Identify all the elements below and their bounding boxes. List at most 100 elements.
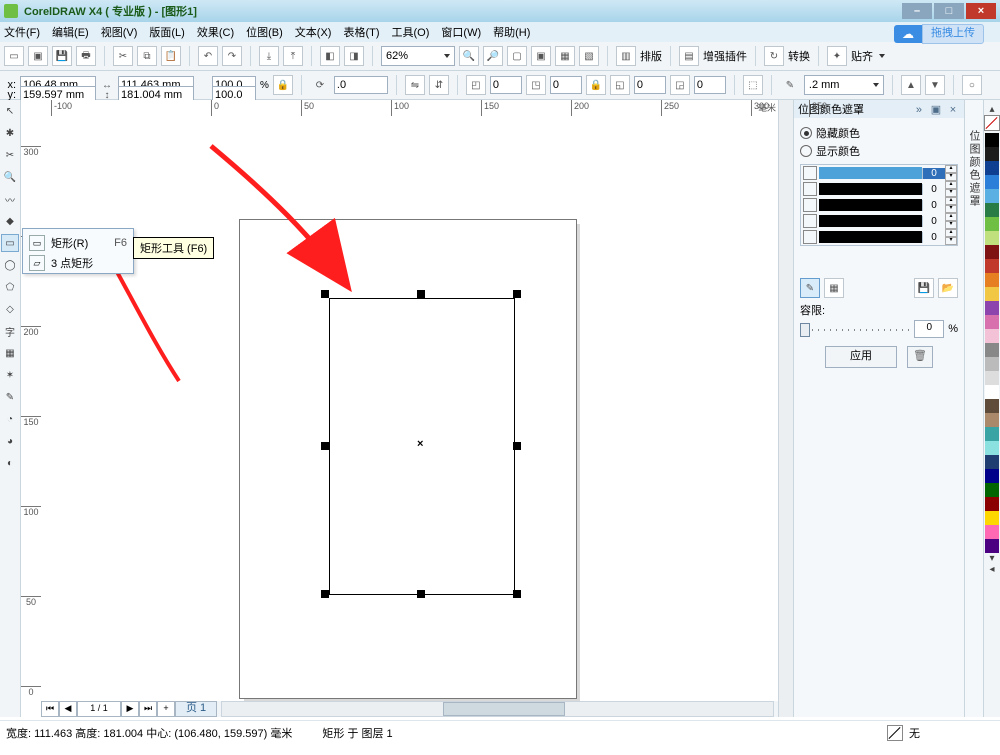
v-scrollbar[interactable] xyxy=(778,100,793,717)
menu-effects[interactable]: 效果(C) xyxy=(197,24,234,40)
palette-swatch[interactable] xyxy=(985,147,999,161)
menu-help[interactable]: 帮助(H) xyxy=(493,24,530,40)
cut-icon[interactable]: ✂ xyxy=(113,46,133,66)
palette-swatch[interactable] xyxy=(985,385,999,399)
palette-swatch[interactable] xyxy=(985,343,999,357)
palette-swatch[interactable] xyxy=(985,287,999,301)
no-color-swatch[interactable] xyxy=(984,115,1000,131)
palette-expand-icon[interactable]: ◂ xyxy=(989,564,994,575)
table-tool-icon[interactable]: ▦ xyxy=(1,344,19,362)
resize-handle-n[interactable] xyxy=(417,290,425,298)
text-tool-icon[interactable]: 字 xyxy=(1,322,19,340)
flyout-rectangle-item[interactable]: ▭ 矩形(R) F6 xyxy=(23,233,133,253)
palette-swatch[interactable] xyxy=(985,511,999,525)
zoom-tool-icon[interactable]: 🔍 xyxy=(1,168,19,186)
mask-row-5[interactable]: 0 ▴▾ xyxy=(801,229,957,245)
palette-swatch[interactable] xyxy=(985,427,999,441)
convert-curves-icon[interactable]: ○ xyxy=(962,75,982,95)
docker-collapse-icon[interactable]: » xyxy=(912,104,926,116)
palette-swatch[interactable] xyxy=(985,231,999,245)
resize-handle-nw[interactable] xyxy=(321,290,329,298)
resize-handle-w[interactable] xyxy=(321,442,329,450)
h-scrollbar[interactable] xyxy=(221,701,774,717)
crop-tool-icon[interactable]: ✂ xyxy=(1,146,19,164)
palette-swatch[interactable] xyxy=(985,133,999,147)
palette-swatch[interactable] xyxy=(985,413,999,427)
corner-br-field[interactable]: 0 xyxy=(694,76,726,94)
mask-row1-swatch[interactable] xyxy=(819,167,922,179)
viewport[interactable]: × xyxy=(41,116,778,701)
basic-shapes-icon[interactable]: ◇ xyxy=(1,300,19,318)
page-tab-1[interactable]: 页 1 xyxy=(175,701,217,717)
palette-swatch[interactable] xyxy=(985,497,999,511)
page-next-button[interactable]: ▶ xyxy=(121,701,139,717)
arrange-icon[interactable]: ▥ xyxy=(616,46,636,66)
open-icon[interactable]: ▣ xyxy=(28,46,48,66)
palette-swatch[interactable] xyxy=(985,371,999,385)
show-colors-radio[interactable]: 显示颜色 xyxy=(800,142,958,160)
palette-down-icon[interactable]: ▾ xyxy=(989,553,994,564)
paste-icon[interactable]: 📋 xyxy=(161,46,181,66)
export-icon[interactable]: ⤒ xyxy=(283,46,303,66)
eyedropper-icon[interactable]: ✎ xyxy=(1,388,19,406)
palette-up-icon[interactable]: ▴ xyxy=(989,104,994,115)
palette-swatch[interactable] xyxy=(985,301,999,315)
interactive-tool-icon[interactable]: ✶ xyxy=(1,366,19,384)
palette-swatch[interactable] xyxy=(985,441,999,455)
zoom-in-icon[interactable]: 🔍 xyxy=(459,46,479,66)
mask-row1-check[interactable] xyxy=(803,166,817,180)
to-front-icon[interactable]: ▲ xyxy=(901,75,921,95)
docker-close-icon[interactable]: × xyxy=(946,104,960,116)
menu-file[interactable]: 文件(F) xyxy=(4,24,40,40)
save-mask-icon[interactable]: 💾 xyxy=(914,278,934,298)
palette-swatch[interactable] xyxy=(985,175,999,189)
palette-swatch[interactable] xyxy=(985,273,999,287)
menu-text[interactable]: 文本(X) xyxy=(295,24,332,40)
palette-swatch[interactable] xyxy=(985,217,999,231)
menu-edit[interactable]: 编辑(E) xyxy=(52,24,89,40)
palette-swatch[interactable] xyxy=(985,483,999,497)
corner-tr-field[interactable]: 0 xyxy=(550,76,582,94)
add-page-button[interactable]: + xyxy=(157,701,175,717)
tolerance-slider[interactable] xyxy=(800,322,910,336)
eyedropper-docker-icon[interactable]: ✎ xyxy=(800,278,820,298)
launch-icon[interactable]: ◧ xyxy=(320,46,340,66)
palette-swatch[interactable] xyxy=(985,189,999,203)
page-prev-button[interactable]: ◀ xyxy=(59,701,77,717)
mask-row-3[interactable]: 0 ▴▾ xyxy=(801,197,957,213)
ellipse-tool-icon[interactable]: ◯ xyxy=(1,256,19,274)
ruler-horizontal[interactable]: -100 0 50 100 150 200 250 300 350 毫米 xyxy=(41,100,778,117)
menu-bitmaps[interactable]: 位图(B) xyxy=(246,24,283,40)
redo-icon[interactable]: ↷ xyxy=(222,46,242,66)
menu-tools[interactable]: 工具(O) xyxy=(392,24,430,40)
wrap-icon[interactable]: ⬚ xyxy=(743,75,763,95)
chevron-down-icon[interactable] xyxy=(879,54,885,58)
fill-tool-icon[interactable]: ◕ xyxy=(1,432,19,450)
zoom-out-icon[interactable]: 🔎 xyxy=(483,46,503,66)
hide-colors-radio[interactable]: 隐藏颜色 xyxy=(800,124,958,142)
tolerance-value-field[interactable]: 0 xyxy=(914,320,944,338)
close-button[interactable]: × xyxy=(966,3,996,19)
h-scroll-thumb[interactable] xyxy=(443,702,565,716)
palette-swatch[interactable] xyxy=(985,245,999,259)
welcome-icon[interactable]: ◨ xyxy=(344,46,364,66)
mask-row-4[interactable]: 0 ▴▾ xyxy=(801,213,957,229)
import-icon[interactable]: ⤓ xyxy=(259,46,279,66)
corner-lock-icon[interactable]: 🔒 xyxy=(586,75,606,95)
palette-swatch[interactable] xyxy=(985,357,999,371)
corner-tl-field[interactable]: 0 xyxy=(490,76,522,94)
zoom-all-icon[interactable]: ▦ xyxy=(555,46,575,66)
outline-tool-icon[interactable]: ◔ xyxy=(1,410,19,428)
palette-swatch[interactable] xyxy=(985,329,999,343)
enhance-icon[interactable]: ▤ xyxy=(679,46,699,66)
palette-swatch[interactable] xyxy=(985,259,999,273)
mask-row-1[interactable]: 0 ▴▾ xyxy=(801,165,957,181)
polygon-tool-icon[interactable]: ⬠ xyxy=(1,278,19,296)
upload-badge[interactable]: ☁ 拖拽上传 xyxy=(894,24,984,44)
print-icon[interactable]: 🖶 xyxy=(76,46,96,66)
menu-window[interactable]: 窗口(W) xyxy=(441,24,481,40)
palette-swatch[interactable] xyxy=(985,539,999,553)
minimize-button[interactable]: – xyxy=(902,3,932,19)
zoom-page-icon[interactable]: ▣ xyxy=(531,46,551,66)
resize-handle-sw[interactable] xyxy=(321,590,329,598)
